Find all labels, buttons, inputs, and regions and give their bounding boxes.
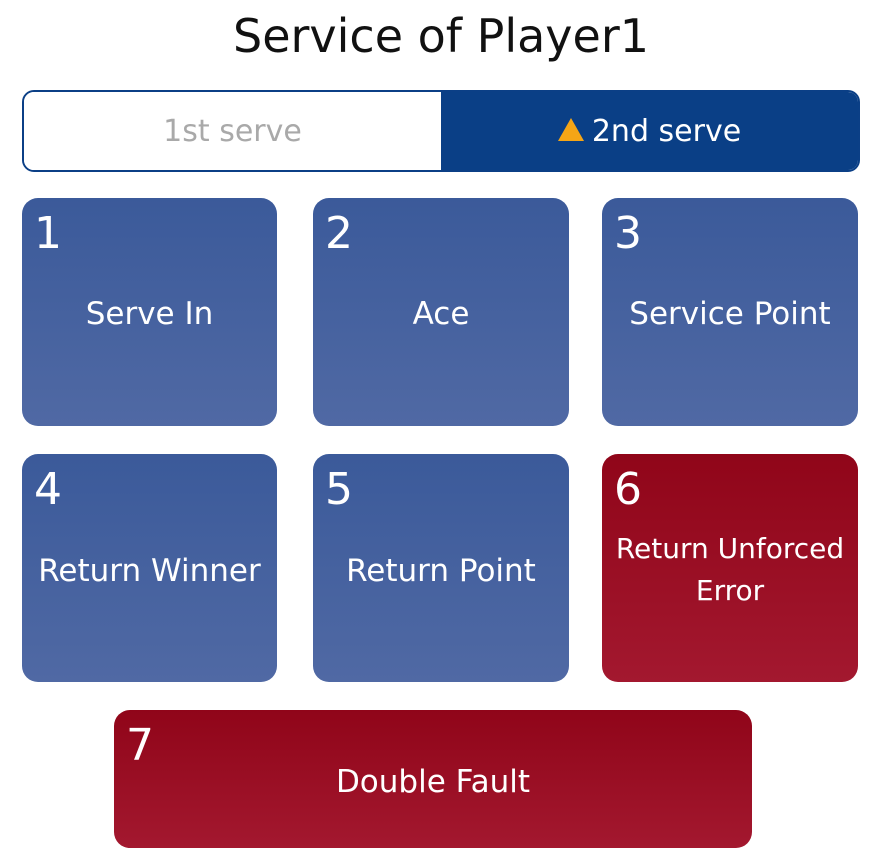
button-number: 6 (614, 464, 642, 515)
button-label: Ace (412, 296, 470, 332)
first-serve-label: 1st serve (163, 113, 302, 149)
page-title: Service of Player1 (233, 9, 649, 63)
button-number: 2 (325, 208, 353, 259)
button-label: Return Point (346, 553, 536, 589)
warning-triangle-icon (557, 117, 584, 141)
button-number: 3 (614, 208, 642, 259)
button-number: 4 (34, 464, 62, 515)
button-number: 1 (34, 208, 62, 259)
button-number: 5 (325, 464, 353, 515)
serve-segmented-control: 1st serve 2nd serve (22, 90, 860, 172)
second-serve-tab[interactable]: 2nd serve (441, 92, 858, 170)
double-fault-button[interactable]: 7 Double Fault (114, 710, 752, 848)
second-serve-label: 2nd serve (591, 113, 742, 149)
button-label: Service Point (629, 296, 831, 332)
button-label: Double Fault (335, 764, 531, 800)
button-label: Return Winner (38, 553, 261, 589)
service-point-button[interactable]: 3 Service Point (602, 198, 858, 426)
return-unforced-error-button[interactable]: 6 Return Unforced Error (602, 454, 858, 682)
ace-button[interactable]: 2 Ace (313, 198, 569, 426)
button-label-line-1: Return Unforced (615, 532, 845, 565)
first-serve-tab[interactable]: 1st serve (24, 92, 441, 170)
return-point-button[interactable]: 5 Return Point (313, 454, 569, 682)
button-label-line-2: Error (695, 574, 765, 607)
return-winner-button[interactable]: 4 Return Winner (22, 454, 277, 682)
button-label: Serve In (85, 296, 214, 332)
serve-in-button[interactable]: 1 Serve In (22, 198, 277, 426)
